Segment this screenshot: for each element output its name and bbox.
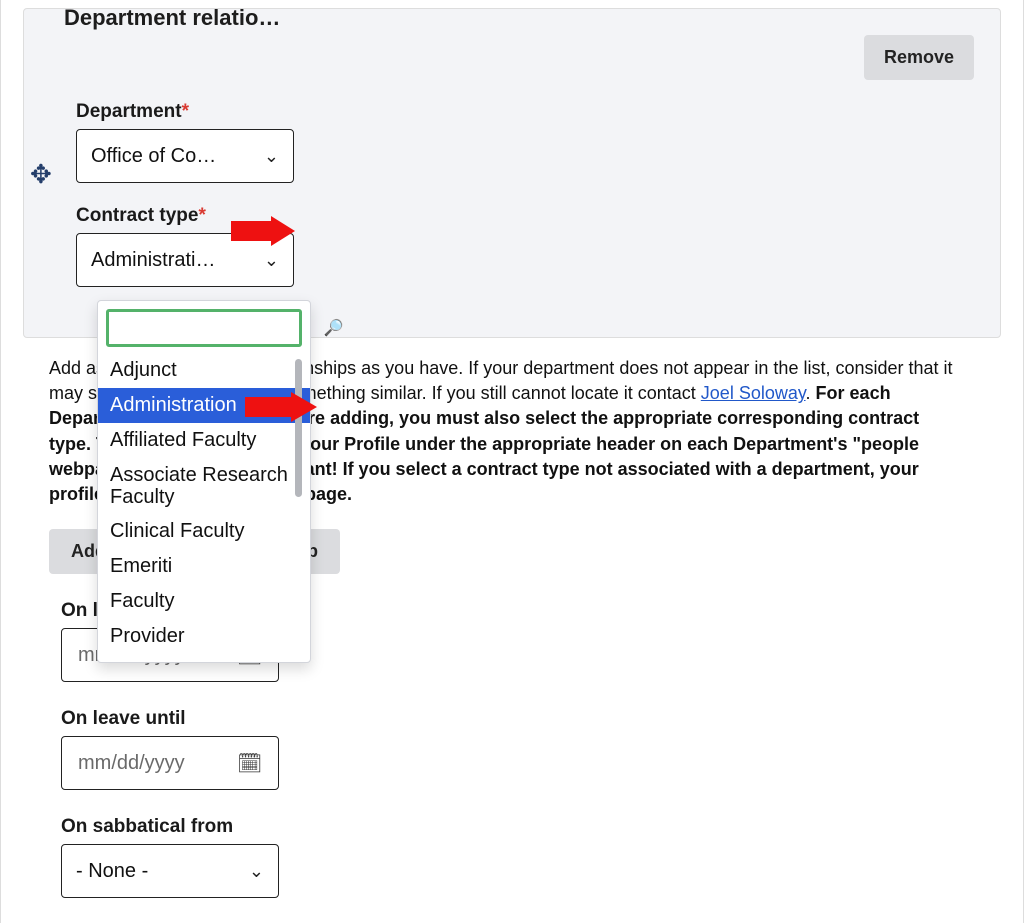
- scrollbar[interactable]: [295, 359, 302, 497]
- required-asterisk: *: [198, 205, 205, 226]
- chevron-down-icon: ⌄: [264, 146, 279, 167]
- dropdown-option-faculty[interactable]: Faculty: [98, 584, 310, 619]
- remove-button[interactable]: Remove: [864, 35, 974, 80]
- on-leave-until-field: On leave until mm/dd/yyyy 🗓: [61, 708, 279, 790]
- required-asterisk: *: [182, 101, 189, 122]
- department-relationship-entry: Department relatio… Remove ✥ Department*…: [23, 8, 1001, 338]
- entry-title: Department relatio…: [64, 5, 280, 31]
- on-leave-until-input[interactable]: mm/dd/yyyy 🗓: [61, 736, 279, 790]
- on-leave-until-label: On leave until: [61, 708, 279, 730]
- arrow-annotation-icon: [231, 216, 295, 246]
- date-placeholder: mm/dd/yyyy: [78, 752, 185, 775]
- dropdown-option-associate-research-faculty[interactable]: Associate Research Faculty: [98, 458, 310, 514]
- search-icon: 🔍: [324, 318, 344, 338]
- on-sabbatical-from-select[interactable]: - None - ⌄: [61, 844, 279, 898]
- calendar-icon: 🗓: [237, 751, 262, 776]
- on-sabbatical-from-label: On sabbatical from: [61, 816, 279, 838]
- dropdown-option-adjunct[interactable]: Adjunct: [98, 353, 310, 388]
- department-select[interactable]: Office of Co… ⌄: [76, 129, 294, 183]
- dropdown-search[interactable]: 🔍: [106, 309, 302, 347]
- dropdown-option-affiliated-faculty[interactable]: Affiliated Faculty: [98, 423, 310, 458]
- dropdown-search-input[interactable]: [117, 319, 324, 337]
- department-value: Office of Co…: [91, 145, 216, 168]
- chevron-down-icon: ⌄: [249, 861, 264, 882]
- chevron-down-icon: ⌄: [264, 250, 279, 271]
- dropdown-option-provider[interactable]: Provider: [98, 619, 310, 654]
- dropdown-option-clinical-faculty[interactable]: Clinical Faculty: [98, 514, 310, 549]
- drag-handle-icon[interactable]: ✥: [30, 159, 52, 190]
- department-field: Department* Office of Co… ⌄: [76, 101, 294, 183]
- department-label: Department*: [76, 101, 294, 123]
- dropdown-option-emeriti[interactable]: Emeriti: [98, 549, 310, 584]
- contract-type-value: Administrati…: [91, 249, 215, 272]
- contact-link[interactable]: Joel Soloway: [701, 383, 806, 403]
- contract-type-dropdown: 🔍 Adjunct Administration Affiliated Facu…: [97, 300, 311, 663]
- arrow-annotation-icon: [245, 392, 317, 422]
- on-sabbatical-from-value: - None -: [76, 860, 148, 883]
- on-sabbatical-from-field: On sabbatical from - None - ⌄: [61, 816, 279, 898]
